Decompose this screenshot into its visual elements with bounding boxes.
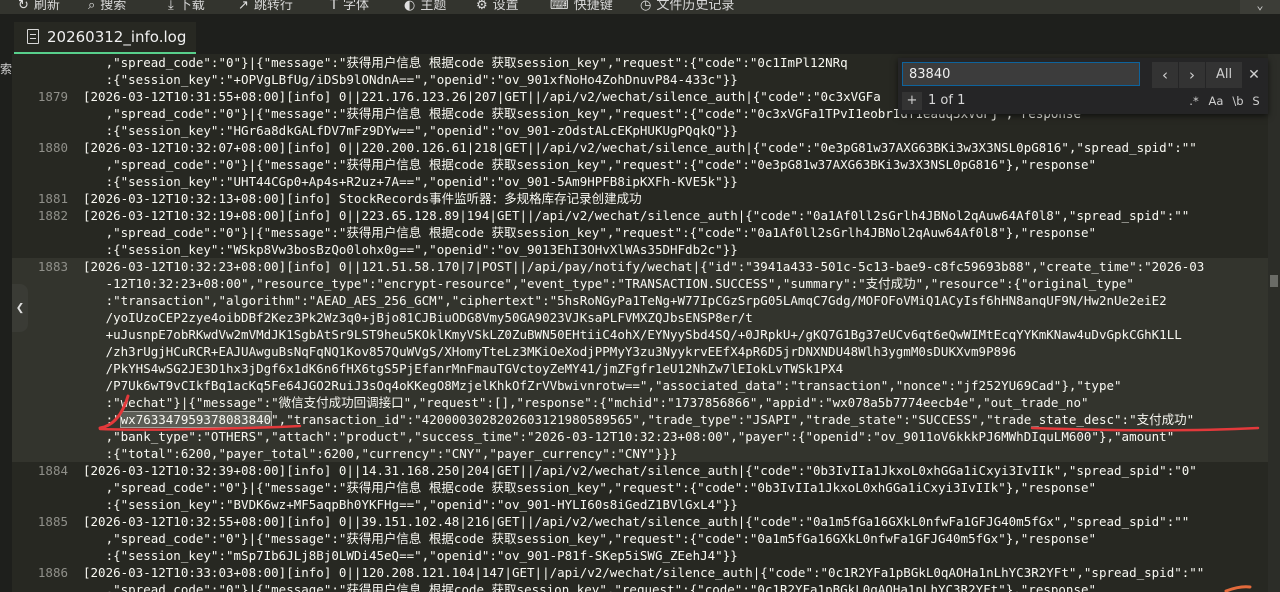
red-annotation [98, 394, 1260, 592]
